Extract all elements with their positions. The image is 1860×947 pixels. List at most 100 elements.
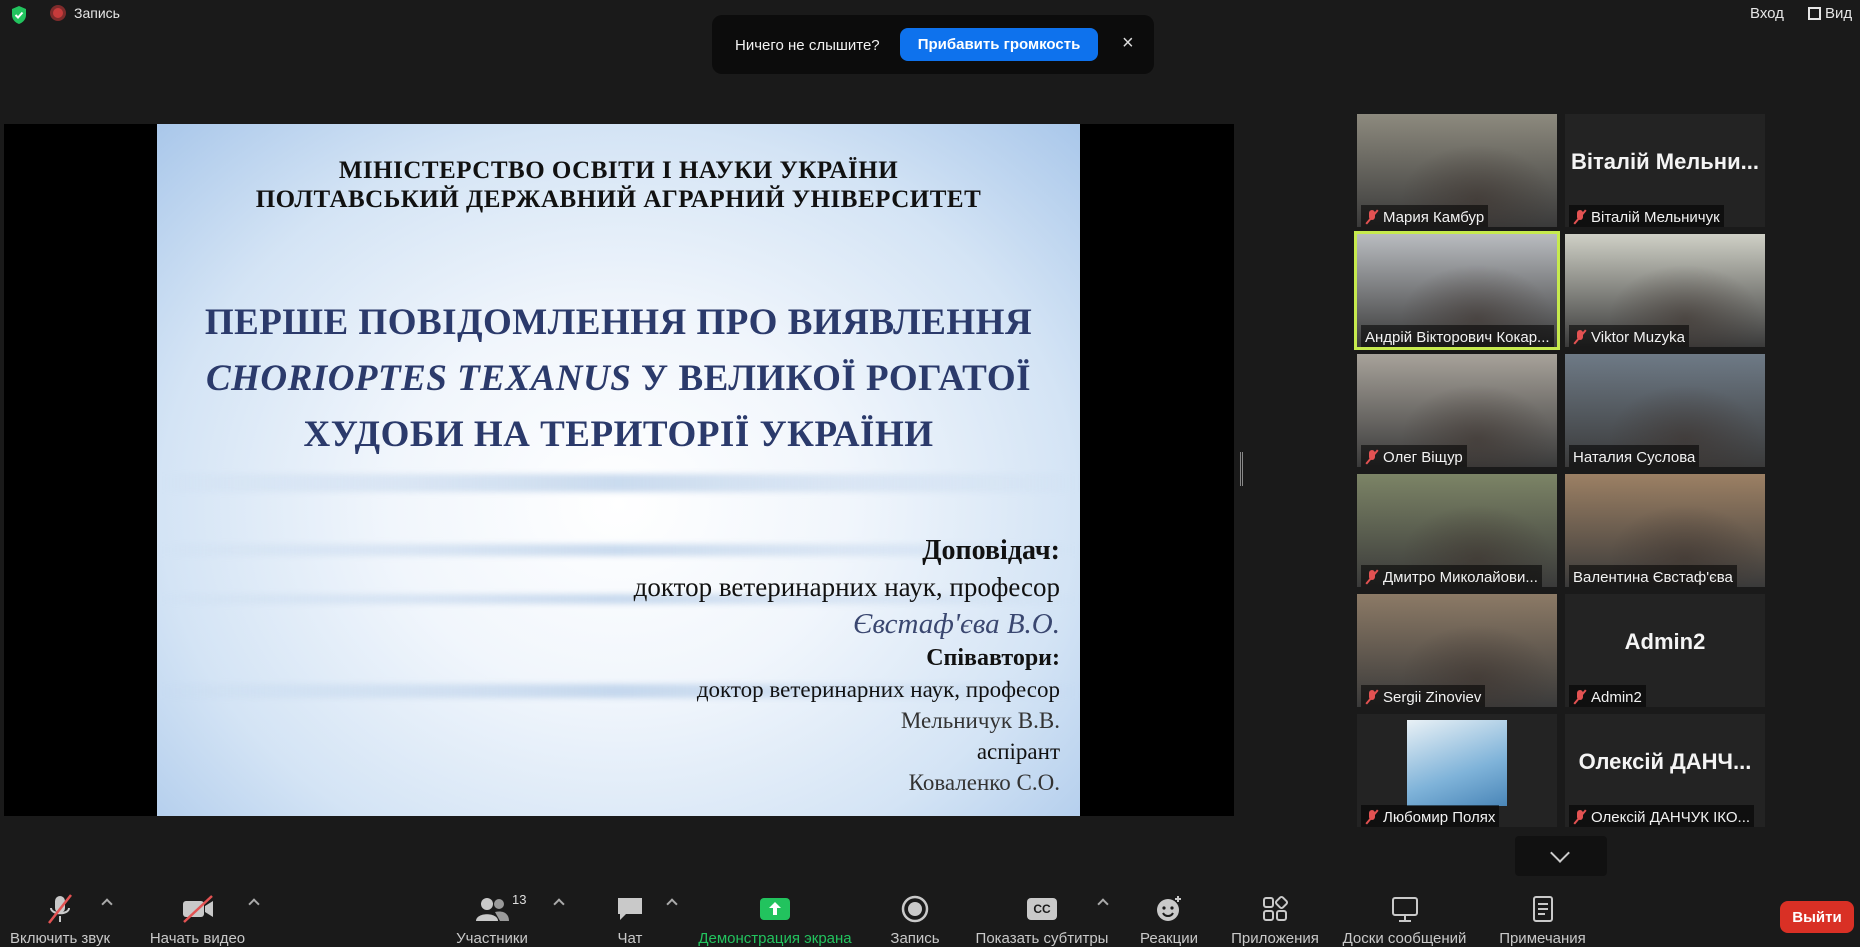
muted-mic-icon [1573, 209, 1587, 225]
slide-decoration [157, 474, 1080, 492]
participant-name: Віталій Мельничук [1591, 208, 1720, 226]
panel-resize-handle[interactable] [1240, 452, 1243, 486]
participant-name: Мария Камбур [1383, 208, 1485, 226]
participant-name: Андрій Вікторович Кокар... [1365, 328, 1550, 346]
participants-label: Участники [456, 930, 528, 947]
slide-speaker-heading: Доповідач: [922, 535, 1060, 566]
record-button[interactable]: Запись [880, 892, 950, 947]
participant-name-tag: Віталій Мельничук [1569, 205, 1724, 227]
participant-name-tag: Наталия Суслова [1569, 445, 1700, 467]
participant-tile[interactable]: Андрій Вікторович Кокар... [1354, 231, 1560, 350]
recording-label: Запись [74, 5, 120, 21]
participant-tile[interactable]: Мария Камбур [1357, 114, 1557, 227]
muted-mic-icon [1365, 809, 1379, 825]
participant-name-tag: Любомир Полях [1361, 805, 1500, 827]
slide-coauthor-2-name: Коваленко С.О. [908, 770, 1060, 795]
chat-options-caret[interactable] [666, 898, 678, 910]
whiteboards-label: Доски сообщений [1342, 930, 1467, 947]
slide-ministry-line: МІНІСТЕРСТВО ОСВІТИ І НАУКИ УКРАЇНИ [338, 157, 899, 184]
increase-volume-button[interactable]: Прибавить громкость [900, 28, 1098, 61]
slide-title-line-2-rest: У ВЕЛИКОЇ РОГАТОЇ [631, 358, 1032, 399]
slide-university-line: ПОЛТАВСЬКИЙ ДЕРЖАВНИЙ АГРАРНИЙ УНІВЕРСИТ… [255, 186, 982, 213]
slide-coauthor-2-degree: аспірант [976, 739, 1060, 764]
participant-tile[interactable]: Олег Віщур [1357, 354, 1557, 467]
close-icon[interactable]: × [1122, 32, 1134, 55]
muted-mic-icon [1365, 449, 1379, 465]
participant-name: Валентина Євстаф'єва [1573, 568, 1733, 586]
start-video-button[interactable]: Начать видео [140, 892, 255, 947]
participant-name-tag: Андрій Вікторович Кокар... [1361, 325, 1554, 347]
participant-tile[interactable]: Валентина Євстаф'єва [1565, 474, 1765, 587]
muted-mic-icon [1573, 329, 1587, 345]
muted-mic-icon [1365, 209, 1379, 225]
captions-button[interactable]: CC Показать субтитры [972, 892, 1112, 947]
closed-captions-icon: CC [1027, 898, 1057, 920]
unmute-button[interactable]: Включить звук [2, 892, 118, 947]
notes-icon [1532, 896, 1553, 922]
muted-mic-icon [48, 894, 72, 924]
slide-title-line-1: ПЕРШЕ ПОВІДОМЛЕННЯ ПРО ВИЯВЛЕННЯ [204, 302, 1033, 343]
participant-name-tag: Viktor Muzyka [1569, 325, 1689, 347]
participant-tile[interactable]: Дмитро Миколайови... [1357, 474, 1557, 587]
participant-tile[interactable]: Admin2 Admin2 [1565, 594, 1765, 707]
captions-label: Показать субтитры [975, 930, 1109, 947]
whiteboards-button[interactable]: Доски сообщений [1337, 892, 1472, 947]
participant-tile[interactable]: Віталій Мельни... Віталій Мельничук [1565, 114, 1765, 227]
gallery-next-page-button[interactable] [1515, 836, 1607, 876]
chevron-down-icon [1550, 843, 1570, 863]
notes-button[interactable]: Примечания [1490, 892, 1595, 947]
participants-options-caret[interactable] [553, 898, 565, 910]
chat-icon [618, 898, 642, 920]
slide-coauthor-1-name: Мельничук В.В. [900, 708, 1060, 733]
muted-mic-icon [1573, 689, 1587, 705]
participant-name: Олексій ДАНЧУК ІКО... [1591, 808, 1751, 826]
participant-name-tag: Admin2 [1569, 685, 1646, 707]
slide-speaker-degree: доктор ветеринарних наук, професор [633, 572, 1060, 602]
encryption-shield-icon[interactable] [10, 5, 28, 25]
chat-button[interactable]: Чат [600, 892, 660, 947]
presentation-slide: МІНІСТЕРСТВО ОСВІТИ І НАУКИ УКРАЇНИ ПОЛТ… [157, 124, 1080, 816]
notes-label: Примечания [1499, 930, 1586, 947]
share-screen-button[interactable]: Демонстрация экрана [695, 892, 855, 947]
participant-tile[interactable]: Наталия Суслова [1565, 354, 1765, 467]
view-label: Вид [1825, 5, 1853, 22]
shared-screen: МІНІСТЕРСТВО ОСВІТИ І НАУКИ УКРАЇНИ ПОЛТ… [4, 124, 1234, 816]
apps-label: Приложения [1231, 930, 1319, 947]
view-button[interactable]: Вид [1808, 5, 1852, 22]
recording-dot-icon [50, 5, 66, 21]
unmute-label: Включить звук [9, 930, 111, 947]
apps-button[interactable]: Приложения [1225, 892, 1325, 947]
participant-name: Наталия Суслова [1573, 448, 1696, 466]
participant-name: Олег Віщур [1383, 448, 1463, 466]
view-grid-icon [1808, 7, 1821, 20]
participants-icon [476, 898, 509, 921]
slide-title-line-2: CHORIOPTES TEXANUS У ВЕЛИКОЇ РОГАТОЇ [157, 357, 1080, 400]
muted-mic-icon [1365, 689, 1379, 705]
share-screen-icon [760, 898, 790, 920]
muted-mic-icon [1573, 809, 1587, 825]
participant-name-tag: Дмитро Миколайови... [1361, 565, 1542, 587]
slide-title-species: CHORIOPTES TEXANUS [205, 358, 632, 399]
recording-indicator[interactable]: Запись [50, 5, 120, 21]
record-label: Запись [890, 930, 940, 947]
audio-notification: Ничего не слышите? Прибавить громкость × [712, 15, 1154, 74]
participant-tile[interactable]: Любомир Полях [1357, 714, 1557, 827]
audio-notification-text: Ничего не слышите? [735, 37, 880, 54]
participant-tile[interactable]: Sergii Zinoviev [1357, 594, 1557, 707]
muted-mic-icon [1365, 569, 1379, 585]
participant-tile[interactable]: Viktor Muzyka [1565, 234, 1765, 347]
reaction-emoji-icon [1157, 896, 1181, 921]
participant-tile[interactable]: Олексій ДАНЧ... Олексій ДАНЧУК ІКО... [1565, 714, 1765, 827]
participant-name: Любомир Полях [1383, 808, 1496, 826]
slide-title-line-3: ХУДОБИ НА ТЕРИТОРІЇ УКРАЇНИ [303, 414, 934, 455]
participant-name: Дмитро Миколайови... [1383, 568, 1538, 586]
reactions-button[interactable]: Реакции [1130, 892, 1208, 947]
slide-speaker-name: Євстаф'єва В.О. [852, 608, 1060, 640]
participant-name: Viktor Muzyka [1591, 328, 1685, 346]
chat-label: Чат [617, 930, 643, 947]
participant-display-name: Admin2 [1624, 629, 1706, 654]
leave-meeting-button[interactable]: Выйти [1780, 901, 1854, 933]
participant-name-tag: Валентина Євстаф'єва [1569, 565, 1737, 587]
login-button[interactable]: Вход [1750, 5, 1784, 22]
participants-button[interactable]: 13 Участники [452, 892, 532, 947]
